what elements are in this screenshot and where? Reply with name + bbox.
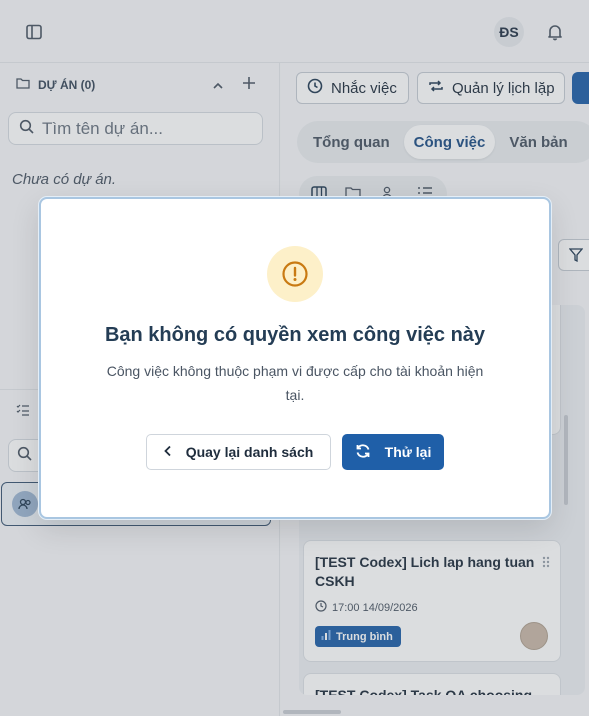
dialog-title: Bạn không có quyền xem công việc này: [104, 324, 486, 346]
back-to-list-button[interactable]: Quay lại danh sách: [146, 434, 331, 470]
retry-label: Thử lại: [384, 444, 432, 460]
refresh-icon: [355, 443, 371, 462]
retry-button[interactable]: Thử lại: [342, 434, 444, 470]
back-to-list-label: Quay lại danh sách: [185, 444, 314, 460]
chevron-left-icon: [163, 444, 172, 460]
dialog-description: Công việc không thuộc phạm vi được cấp c…: [106, 363, 484, 403]
permission-error-dialog: Bạn không có quyền xem công việc này Côn…: [39, 197, 551, 519]
warning-icon: [267, 246, 323, 302]
